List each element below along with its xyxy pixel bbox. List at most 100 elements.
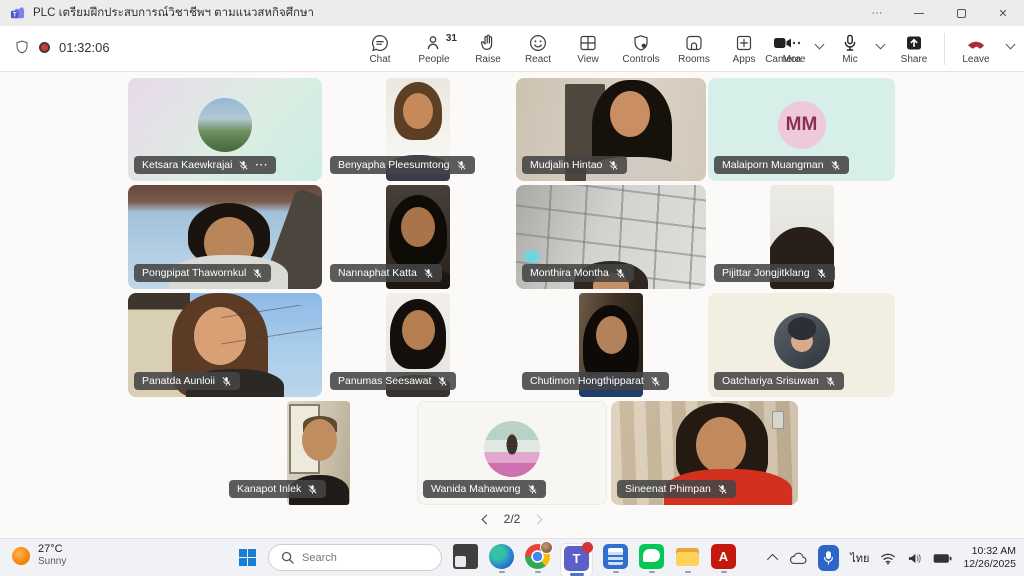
participant-tile[interactable]: Sineenat Phimpan	[611, 401, 798, 505]
participant-tile[interactable]: Nannaphat Katta	[324, 185, 512, 289]
participant-tile[interactable]: Panatda Aunloii	[128, 293, 322, 397]
raise-hand-button[interactable]: Raise	[466, 30, 510, 65]
mic-menu-chevron-icon[interactable]	[876, 40, 886, 50]
participant-name-tag: Monthira Montha	[522, 264, 634, 282]
start-button[interactable]	[238, 544, 257, 567]
camera-menu-chevron-icon[interactable]	[815, 40, 825, 50]
mic-muted-icon	[830, 160, 841, 171]
participant-tile[interactable]: MMMalaiporn Muangman	[708, 78, 895, 181]
language-indicator[interactable]: ไทย	[850, 549, 869, 567]
participant-name-tag: Panumas Seesawat	[330, 372, 456, 390]
calculator-icon	[603, 544, 628, 569]
participant-name-tag: Pongpipat Thawornkul	[134, 264, 271, 282]
participant-name-tag: Kanapot Inlek	[229, 480, 326, 498]
participant-tile[interactable]: Oatchariya Srisuwan	[708, 293, 895, 397]
participant-tile[interactable]: Kanapot Inlek	[223, 401, 413, 505]
participant-name: Panumas Seesawat	[338, 375, 431, 387]
people-icon	[424, 33, 444, 53]
wifi-icon[interactable]	[880, 552, 896, 565]
speaker-icon[interactable]	[907, 552, 922, 565]
camera-icon	[772, 33, 794, 53]
participant-name: Malaiporn Muangman	[722, 159, 824, 171]
person-face	[596, 316, 627, 354]
window-minimize-icon[interactable]	[898, 0, 940, 26]
participant-name-tag: Sineenat Phimpan	[617, 480, 736, 498]
onedrive-cloud-icon[interactable]	[789, 552, 807, 565]
taskbar-app-calculator[interactable]	[603, 544, 628, 573]
mic-tray-icon	[823, 551, 834, 565]
toolbar-divider	[944, 33, 945, 65]
leave-call-icon	[964, 33, 988, 53]
participant-tile[interactable]: Mudjalin Hintao	[516, 78, 706, 181]
chat-button[interactable]: Chat	[358, 30, 402, 65]
search-input[interactable]	[302, 552, 422, 564]
participant-tile[interactable]: Benyapha Pleesumtong	[324, 78, 512, 181]
teams-meeting-window: T PLC เตรียมฝึกประสบการณ์วิชาชีพฯ ตามแนว…	[0, 0, 1024, 576]
taskbar-app-acrobat[interactable]: A	[711, 544, 736, 573]
participant-name: Panatda Aunloii	[142, 375, 215, 387]
window-close-icon[interactable]: ✕	[982, 0, 1024, 26]
participant-name-tag: Pijittar Jongjitklang	[714, 264, 835, 282]
taskbar-app-line[interactable]	[639, 544, 664, 573]
chat-icon	[370, 33, 390, 53]
person-face	[403, 93, 433, 129]
mic-muted-icon	[825, 376, 836, 387]
tray-time: 10:32 AM	[963, 545, 1016, 558]
participant-name: Mudjalin Hintao	[530, 159, 602, 171]
taskbar-app-chrome[interactable]	[525, 544, 550, 573]
raise-hand-icon	[478, 33, 498, 53]
tile-more-menu[interactable]: ···	[255, 160, 268, 171]
mic-muted-icon	[252, 268, 263, 279]
participant-tile[interactable]: Chutimon Hongthipparat	[516, 293, 706, 397]
people-button[interactable]: 31 People	[408, 30, 460, 65]
controls-button[interactable]: Controls	[616, 30, 666, 65]
next-page-chevron-icon[interactable]	[533, 514, 543, 524]
share-icon	[904, 33, 924, 53]
page-indicator: 2/2	[504, 512, 521, 526]
participant-tile[interactable]: Wanida Mahawong	[417, 401, 607, 505]
mic-muted-icon	[437, 376, 448, 387]
taskbar-clock[interactable]: 10:32 AM 12/26/2025	[963, 545, 1016, 571]
participant-tile[interactable]: Pongpipat Thawornkul	[128, 185, 322, 289]
weather-widget[interactable]: 27°C Sunny	[12, 543, 66, 568]
taskbar-app-edge[interactable]	[489, 544, 514, 573]
participant-name: Wanida Mahawong	[431, 483, 521, 495]
participant-name: Oatchariya Srisuwan	[722, 375, 819, 387]
rooms-icon	[684, 33, 704, 53]
mic-muted-icon	[527, 484, 538, 495]
weather-temperature: 27°C	[38, 543, 66, 556]
participant-name-tag: Wanida Mahawong	[423, 480, 546, 498]
window-more-icon[interactable]: ···	[856, 0, 898, 26]
participant-name: Chutimon Hongthipparat	[530, 375, 644, 387]
mic-button[interactable]: Mic	[832, 30, 868, 65]
taskbar-app-file-explorer[interactable]	[675, 544, 700, 573]
view-button[interactable]: View	[566, 30, 610, 65]
participant-name-tag: Benyapha Pleesumtong	[330, 156, 475, 174]
participant-name: Sineenat Phimpan	[625, 483, 711, 495]
windows-start-icon	[238, 548, 257, 567]
window-title: PLC เตรียมฝึกประสบการณ์วิชาชีพฯ ตามแนวสห…	[33, 4, 314, 22]
participant-tile[interactable]: Ketsara Kaewkrajai ···	[128, 78, 322, 181]
participant-tile[interactable]: Panumas Seesawat	[324, 293, 512, 397]
camera-button[interactable]: Camera	[759, 30, 807, 65]
taskbar-app-teams[interactable]: T	[561, 544, 592, 576]
leave-button[interactable]: Leave	[954, 30, 998, 65]
participant-name: Ketsara Kaewkrajai	[142, 159, 232, 171]
previous-page-chevron-icon[interactable]	[481, 514, 491, 524]
mic-muted-icon	[238, 160, 249, 171]
share-button[interactable]: Share	[893, 30, 935, 65]
rooms-button[interactable]: Rooms	[672, 30, 716, 65]
mic-muted-icon	[608, 160, 619, 171]
react-button[interactable]: React	[516, 30, 560, 65]
participant-tile[interactable]: Pijittar Jongjitklang	[708, 185, 895, 289]
window-maximize-icon[interactable]	[940, 0, 982, 26]
recording-indicator-icon	[39, 42, 50, 53]
battery-icon[interactable]	[933, 553, 952, 564]
hidden-icons-chevron-icon[interactable]	[767, 554, 778, 565]
active-mic-indicator[interactable]	[818, 545, 839, 571]
participant-tile[interactable]: Monthira Montha	[516, 185, 706, 289]
sun-icon	[12, 547, 30, 565]
taskbar-app-task-view[interactable]	[453, 544, 478, 569]
leave-menu-chevron-icon[interactable]	[1006, 40, 1016, 50]
taskbar-search[interactable]	[268, 544, 442, 571]
